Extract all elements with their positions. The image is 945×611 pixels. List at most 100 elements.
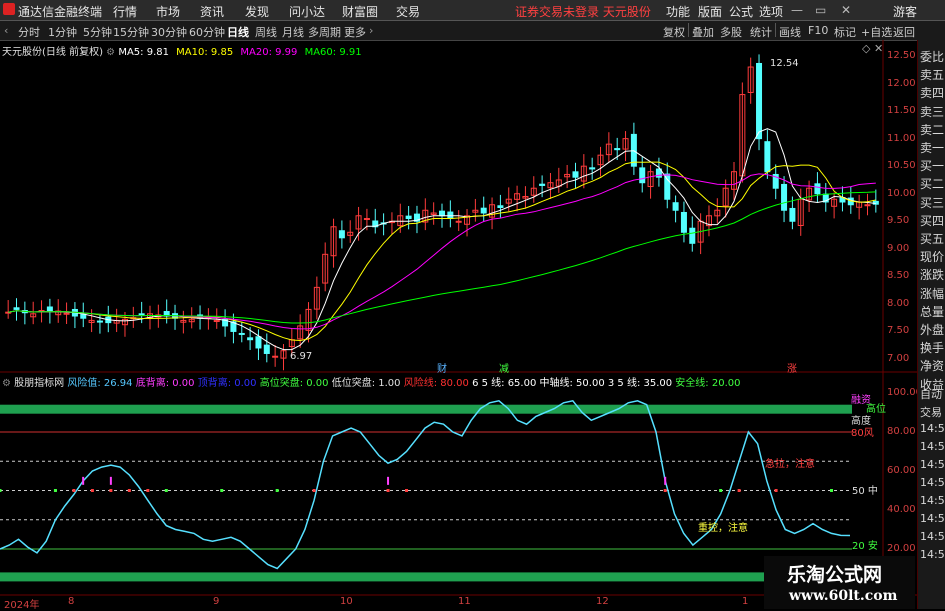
candle-body [814, 183, 821, 195]
more-chevron-icon[interactable]: › [369, 24, 373, 37]
signal-mark [127, 489, 131, 492]
quote-item[interactable]: 买四 [920, 212, 944, 229]
menu-wenxiaoda[interactable]: 问小达 [289, 3, 325, 20]
event-jian[interactable]: 减 [499, 360, 509, 375]
date-tick: 8 [68, 596, 75, 607]
stock-chart[interactable] [0, 40, 917, 609]
candle-body [572, 171, 579, 178]
quote-item[interactable]: 卖三 [920, 103, 944, 120]
signal-mark [90, 489, 94, 492]
quote-item[interactable]: 总量 [920, 303, 944, 320]
candle-body [338, 230, 345, 239]
menu-zixun[interactable]: 资讯 [200, 3, 224, 20]
quote-item[interactable]: 外盘 [920, 321, 944, 338]
candle-body [238, 332, 245, 335]
user-label[interactable]: 游客 [893, 3, 917, 20]
menu-hangqing[interactable]: 行情 [113, 3, 137, 20]
quote-item[interactable]: 买五 [920, 230, 944, 247]
btn-huaxian[interactable]: 画线 [779, 24, 801, 40]
quote-panel: 委比 卖五 卖四 卖三 卖二 卖一 买一 买二 买三 买四 买五 现价 涨跌 涨幅 总量 外盘 换手 净资 收益 自动… [917, 40, 945, 609]
candle-body [639, 167, 646, 184]
quote-item[interactable]: 涨幅 [920, 285, 944, 302]
period-weekly[interactable]: 周线 [255, 24, 277, 40]
candle-body [138, 313, 145, 316]
menu-gongneng[interactable]: 功能 [666, 3, 690, 20]
divergence-mark [82, 476, 85, 485]
candle-body [864, 204, 871, 207]
restore-icon[interactable]: ▭ [815, 3, 826, 17]
minimize-icon[interactable]: — [791, 3, 803, 17]
menu-faxian[interactable]: 发现 [245, 3, 269, 20]
menu-shichang[interactable]: 市场 [156, 3, 180, 20]
candle-body [363, 218, 370, 221]
trade-time-item: 14:56 [920, 422, 945, 435]
period-30min[interactable]: 30分钟 [151, 24, 187, 40]
menu-xuanxiang[interactable]: 选项 [759, 3, 783, 20]
period-60min[interactable]: 60分钟 [189, 24, 225, 40]
btn-biaoji[interactable]: 标记 [834, 24, 856, 40]
candle-body [664, 173, 671, 200]
quote-item[interactable]: 现价 [920, 248, 944, 265]
menu-gongshi[interactable]: 公式 [729, 3, 753, 20]
back-icon[interactable]: ‹ [4, 24, 8, 37]
candle-body [480, 207, 487, 214]
quote-item[interactable]: 买一 [920, 157, 944, 174]
quote-item[interactable]: 卖二 [920, 121, 944, 138]
menu-banmian[interactable]: 版面 [698, 3, 722, 20]
btn-tongji[interactable]: 统计 [750, 24, 772, 40]
title-bar: 通达信金融终端 行情 市场 资讯 发现 问小达 财富圈 交易 证券交易未登录 天… [0, 0, 945, 21]
event-zhang[interactable]: 涨 [787, 360, 797, 375]
mid-line-label: 50 中 [852, 486, 878, 497]
btn-fanhui[interactable]: 返回 [893, 24, 915, 40]
watermark-url-box: www.60lt.com [764, 585, 915, 609]
quote-item[interactable]: 净资 [920, 357, 944, 374]
period-multi[interactable]: 多周期 [308, 24, 341, 40]
period-5min[interactable]: 5分钟 [83, 24, 112, 40]
event-cai[interactable]: 财 [437, 360, 447, 375]
warn-high: 急拉，注意 [765, 459, 815, 470]
app-title: 通达信金融终端 [18, 5, 103, 19]
menu-caifuquan[interactable]: 财富圈 [342, 3, 378, 20]
candle-body [781, 183, 788, 211]
trade-time-item: 交易 [920, 406, 942, 419]
indicator-tick: 40.00 [887, 504, 916, 515]
period-1min[interactable]: 1分钟 [48, 24, 77, 40]
btn-f10[interactable]: F10 [808, 24, 828, 37]
btn-fuquan[interactable]: 复权 [663, 24, 685, 40]
close-icon[interactable]: ✕ [841, 3, 851, 17]
period-more[interactable]: 更多 [344, 24, 366, 40]
risk-value-line [0, 399, 851, 570]
signal-mark [774, 489, 778, 492]
period-fenshi[interactable]: 分时 [18, 24, 40, 40]
quote-item[interactable]: 买二 [920, 175, 944, 192]
login-notice[interactable]: 证券交易未登录 天元股份 [515, 3, 651, 20]
quote-item[interactable]: 委比 [920, 48, 944, 65]
trade-time-item: 14:56 [920, 494, 945, 507]
candle-body [255, 336, 262, 349]
btn-diejia[interactable]: 叠加 [692, 24, 714, 40]
price-tick: 11.50 [887, 105, 916, 117]
quote-item[interactable]: 卖一 [920, 139, 944, 156]
quote-item[interactable]: 换手 [920, 339, 944, 356]
price-tick: 7.00 [887, 352, 910, 364]
divergence-mark [387, 476, 390, 485]
top-zone-bar [0, 404, 852, 414]
quote-item[interactable]: 卖四 [920, 84, 944, 101]
period-daily[interactable]: 日线 [227, 24, 249, 40]
warn-low: 重控，注意 [698, 523, 748, 534]
candle-body [438, 210, 446, 217]
candle-body [680, 211, 687, 233]
candle-group [5, 54, 879, 371]
period-15min[interactable]: 15分钟 [113, 24, 149, 40]
quote-item[interactable]: 涨跌 [920, 266, 944, 283]
trade-time-item: 14:56 [920, 512, 945, 525]
price-tick: 12.00 [887, 77, 916, 89]
quote-item[interactable]: 买三 [920, 194, 944, 211]
btn-zixuan[interactable]: +自选 [861, 24, 892, 40]
date-tick: 1 [742, 596, 749, 607]
period-monthly[interactable]: 月线 [282, 24, 304, 40]
btn-duogu[interactable]: 多股 [720, 24, 742, 40]
quote-item[interactable]: 卖五 [920, 66, 944, 83]
signal-mark [719, 489, 723, 492]
menu-jiaoyi[interactable]: 交易 [396, 3, 420, 20]
